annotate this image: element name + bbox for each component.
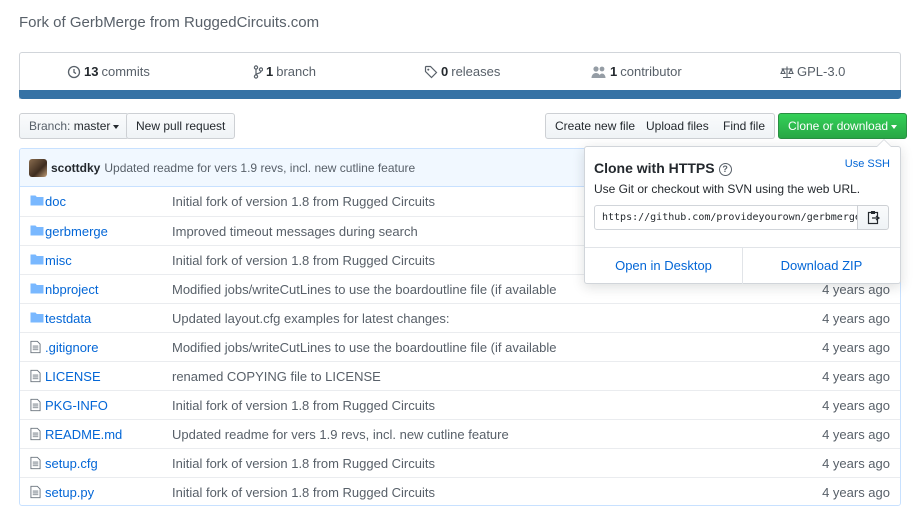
language-bar[interactable] bbox=[19, 90, 901, 99]
file-commit-message[interactable]: Modified jobs/writeCutLines to use the b… bbox=[172, 282, 556, 297]
file-name-link[interactable]: testdata bbox=[45, 311, 91, 326]
file-commit-message[interactable]: Updated layout.cfg examples for latest c… bbox=[172, 311, 450, 326]
file-name-link[interactable]: gerbmerge bbox=[45, 224, 108, 239]
file-icon bbox=[30, 398, 43, 412]
file-icon bbox=[30, 456, 43, 470]
folder-icon bbox=[30, 194, 44, 208]
file-icon bbox=[30, 369, 43, 383]
file-name-link[interactable]: setup.cfg bbox=[45, 456, 98, 471]
create-new-file-button[interactable]: Create new file bbox=[545, 113, 646, 139]
file-row[interactable]: PKG-INFO Initial fork of version 1.8 from… bbox=[20, 390, 900, 419]
file-name-link[interactable]: setup.py bbox=[45, 485, 94, 500]
file-age: 4 years ago bbox=[822, 310, 890, 326]
branch-icon bbox=[253, 65, 263, 79]
license-label: GPL-3.0 bbox=[797, 64, 846, 79]
clone-subtitle: Use Git or checkout with SVN using the w… bbox=[594, 182, 861, 196]
clone-title: Clone with HTTPS? bbox=[594, 160, 732, 176]
file-commit-message[interactable]: Improved timeout messages during search bbox=[172, 224, 418, 239]
clipboard-icon bbox=[867, 211, 881, 225]
open-in-desktop-button[interactable]: Open in Desktop bbox=[585, 248, 743, 284]
clone-actions: Open in Desktop Download ZIP bbox=[585, 247, 900, 284]
branch-name: master bbox=[73, 119, 111, 133]
repo-description: Fork of GerbMerge from RuggedCircuits.co… bbox=[19, 14, 320, 31]
find-file-button[interactable]: Find file bbox=[714, 113, 776, 139]
use-ssh-link[interactable]: Use SSH bbox=[845, 158, 890, 170]
releases-label: releases bbox=[451, 64, 501, 79]
file-name-link[interactable]: .gitignore bbox=[45, 340, 98, 355]
new-pull-request-button[interactable]: New pull request bbox=[126, 113, 236, 139]
clone-or-download-label: Clone or download bbox=[788, 119, 889, 133]
file-age: 4 years ago bbox=[822, 426, 890, 442]
file-commit-message[interactable]: Initial fork of version 1.8 from Rugged … bbox=[172, 194, 435, 209]
contributors-label: contributor bbox=[620, 64, 682, 79]
question-icon[interactable]: ? bbox=[718, 162, 732, 176]
upload-files-button[interactable]: Upload files bbox=[637, 113, 719, 139]
commits-label: commits bbox=[101, 64, 150, 79]
file-commit-message[interactable]: Modified jobs/writeCutLines to use the b… bbox=[172, 340, 556, 355]
download-zip-button[interactable]: Download ZIP bbox=[743, 248, 900, 284]
clone-or-download-button[interactable]: Clone or download bbox=[778, 113, 908, 139]
clone-popover: Clone with HTTPS? Use SSH Use Git or che… bbox=[584, 139, 901, 284]
file-icon bbox=[30, 485, 43, 499]
folder-icon bbox=[30, 282, 44, 296]
avatar[interactable] bbox=[29, 158, 47, 177]
branches-label: branch bbox=[276, 64, 316, 79]
clone-url-input[interactable]: https://github.com/provideyourown/gerbme… bbox=[594, 205, 858, 230]
file-name-link[interactable]: nbproject bbox=[45, 282, 98, 297]
file-name-link[interactable]: LICENSE bbox=[45, 369, 101, 384]
commits-link[interactable]: 13 commits bbox=[67, 53, 150, 91]
contributors-count: 1 bbox=[610, 64, 618, 79]
file-commit-message[interactable]: renamed COPYING file to LICENSE bbox=[172, 369, 381, 384]
file-commit-message[interactable]: Initial fork of version 1.8 from Rugged … bbox=[172, 253, 435, 268]
file-name-link[interactable]: README.md bbox=[45, 427, 122, 442]
license-link[interactable]: GPL-3.0 bbox=[780, 53, 845, 91]
branches-link[interactable]: 1 branch bbox=[253, 53, 316, 91]
file-age: 4 years ago bbox=[822, 455, 890, 471]
history-icon bbox=[67, 65, 81, 79]
branch-prefix: Branch: bbox=[29, 119, 71, 133]
copy-url-button[interactable] bbox=[857, 205, 889, 230]
file-name-link[interactable]: doc bbox=[45, 194, 66, 209]
file-commit-message[interactable]: Initial fork of version 1.8 from Rugged … bbox=[172, 456, 435, 471]
commits-count: 13 bbox=[84, 64, 99, 79]
file-row[interactable]: setup.cfg Initial fork of version 1.8 fro… bbox=[20, 448, 900, 477]
contributors-link[interactable]: 1 contributor bbox=[591, 53, 682, 91]
file-age: 4 years ago bbox=[822, 484, 890, 500]
file-commit-message[interactable]: Initial fork of version 1.8 from Rugged … bbox=[172, 398, 435, 413]
file-icon bbox=[30, 427, 43, 441]
folder-icon bbox=[30, 253, 44, 267]
file-age: 4 years ago bbox=[822, 397, 890, 413]
law-icon bbox=[780, 66, 794, 79]
releases-count: 0 bbox=[441, 64, 449, 79]
tag-icon bbox=[424, 65, 438, 79]
file-row[interactable]: .gitignore Modified jobs/writeCutLines to… bbox=[20, 332, 900, 361]
file-age: 4 years ago bbox=[822, 339, 890, 355]
file-row[interactable]: setup.py Initial fork of version 1.8 from… bbox=[20, 477, 900, 505]
chevron-down-icon bbox=[891, 124, 898, 129]
file-name-link[interactable]: PKG-INFO bbox=[45, 398, 108, 413]
branches-count: 1 bbox=[266, 64, 274, 79]
people-icon bbox=[591, 66, 606, 78]
clone-title-text: Clone with HTTPS bbox=[594, 160, 715, 176]
commit-author[interactable]: scottdky bbox=[51, 161, 100, 175]
file-name-link[interactable]: misc bbox=[45, 253, 72, 268]
folder-icon bbox=[30, 311, 44, 325]
folder-row[interactable]: testdata Updated layout.cfg examples for … bbox=[20, 303, 900, 332]
file-icon bbox=[30, 340, 43, 354]
file-row[interactable]: README.md Updated readme for vers 1.9 rev… bbox=[20, 419, 900, 448]
folder-icon bbox=[30, 224, 44, 238]
commit-message[interactable]: Updated readme for vers 1.9 revs, incl. … bbox=[104, 161, 415, 175]
releases-link[interactable]: 0 releases bbox=[424, 53, 500, 91]
chevron-down-icon bbox=[113, 124, 120, 129]
file-commit-message[interactable]: Initial fork of version 1.8 from Rugged … bbox=[172, 485, 435, 500]
branch-select-button[interactable]: Branch: master bbox=[19, 113, 130, 139]
file-age: 4 years ago bbox=[822, 368, 890, 384]
file-row[interactable]: LICENSE renamed COPYING file to LICENSE 4 … bbox=[20, 361, 900, 390]
file-commit-message[interactable]: Updated readme for vers 1.9 revs, incl. … bbox=[172, 427, 509, 442]
